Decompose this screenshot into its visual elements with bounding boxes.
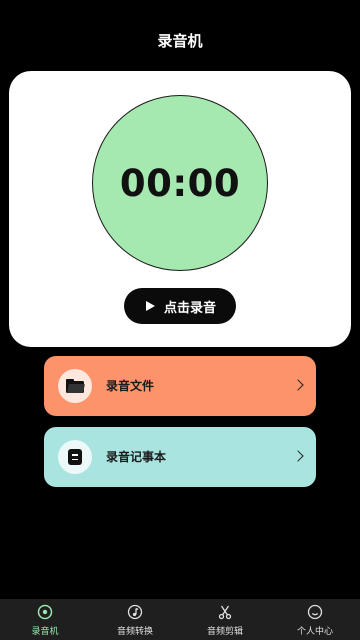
recording-files-card[interactable]: 录音文件 xyxy=(44,356,316,416)
chevron-right-icon xyxy=(292,379,304,391)
tab-label: 录音机 xyxy=(31,627,59,637)
page-title: 录音机 xyxy=(157,32,203,50)
notebook-icon xyxy=(58,440,92,474)
timer-display: 00:00 xyxy=(119,161,241,205)
tab-recorder[interactable]: 录音机 xyxy=(0,599,90,640)
folder-icon xyxy=(58,369,92,403)
bottom-tab-bar: 录音机 音频转换 音频剪辑 个人中心 xyxy=(0,599,360,640)
recording-notebook-card[interactable]: 录音记事本 xyxy=(44,427,316,487)
tab-label: 音频转换 xyxy=(116,627,153,637)
play-icon xyxy=(145,301,155,311)
timer-circle: 00:00 xyxy=(92,95,268,271)
tab-audio-edit[interactable]: 音频剪辑 xyxy=(180,599,270,640)
record-disc-icon xyxy=(37,604,53,620)
recording-notebook-label: 录音记事本 xyxy=(106,450,167,464)
convert-icon xyxy=(127,604,143,620)
tab-profile[interactable]: 个人中心 xyxy=(270,599,360,640)
record-button[interactable]: 点击录音 xyxy=(124,288,236,324)
record-button-label: 点击录音 xyxy=(163,300,216,316)
chevron-right-icon xyxy=(292,450,304,462)
scissors-icon xyxy=(217,604,233,620)
recorder-card: 00:00 点击录音 xyxy=(9,71,351,347)
tab-audio-convert[interactable]: 音频转换 xyxy=(90,599,180,640)
recording-files-label: 录音文件 xyxy=(106,379,155,393)
tab-label: 个人中心 xyxy=(296,627,333,637)
profile-icon xyxy=(307,604,323,620)
tab-label: 音频剪辑 xyxy=(206,627,243,637)
